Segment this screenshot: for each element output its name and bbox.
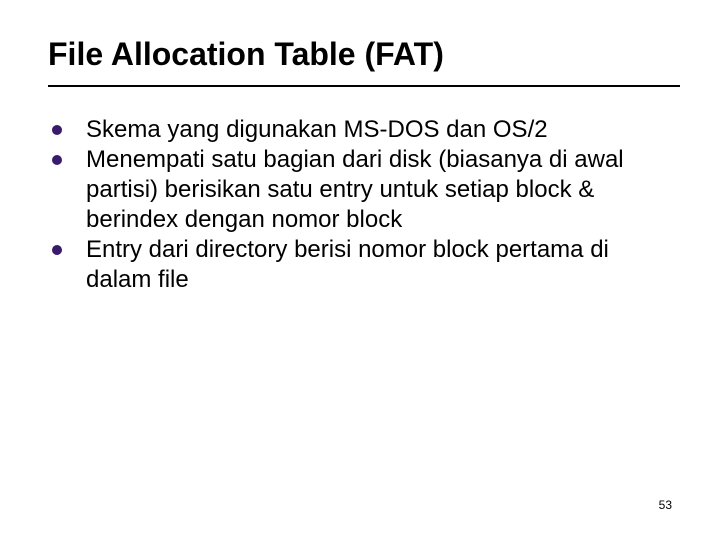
bullet-icon	[52, 245, 62, 255]
bullet-text: Menempati satu bagian dari disk (biasany…	[86, 146, 624, 233]
list-item: Entry dari directory berisi nomor block …	[50, 235, 666, 295]
bullet-text: Skema yang digunakan MS-DOS dan OS/2	[86, 116, 548, 143]
list-item: Menempati satu bagian dari disk (biasany…	[50, 145, 666, 235]
bullet-icon	[52, 125, 62, 135]
slide: File Allocation Table (FAT) Skema yang d…	[0, 0, 720, 540]
list-item: Skema yang digunakan MS-DOS dan OS/2	[50, 115, 666, 145]
page-number: 53	[659, 498, 672, 512]
bullet-icon	[52, 155, 62, 165]
bullet-text: Entry dari directory berisi nomor block …	[86, 236, 609, 293]
slide-title: File Allocation Table (FAT)	[48, 36, 672, 73]
title-divider	[48, 85, 680, 87]
bullet-list: Skema yang digunakan MS-DOS dan OS/2 Men…	[48, 115, 672, 295]
